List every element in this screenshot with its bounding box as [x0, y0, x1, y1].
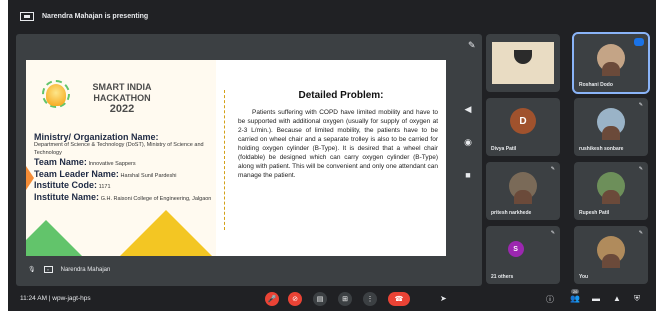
leave-call-button[interactable]: ☎	[388, 292, 410, 306]
avatar: D	[510, 108, 536, 135]
participant-photo	[597, 108, 625, 141]
meet-window: Narendra Mahajan is presenting ✎ SMART I…	[8, 0, 656, 311]
participant-photo	[597, 172, 625, 205]
avatar: S	[507, 241, 524, 258]
decor-triangle-green	[26, 220, 86, 256]
mic-off-icon: ✎	[638, 102, 643, 108]
meeting-time: 11:24 AM | wpw-jagt-hps	[20, 295, 91, 302]
mic-icon: 🎙	[28, 267, 36, 273]
decor-triangle-yellow	[111, 210, 221, 256]
slide-left-panel: SMART INDIA HACKATHON 2022 Ministry/ Org…	[26, 60, 221, 256]
participant-tile-others[interactable]: S ✎ 21 others	[486, 226, 560, 284]
field-label: Team Leader Name:	[34, 168, 119, 179]
mic-toggle-button[interactable]: 🎤	[265, 292, 279, 306]
team-fields: Ministry/ Organization Name: Department …	[34, 132, 214, 203]
screen-share-icon: ▪	[43, 266, 53, 273]
people-count-badge: 26	[571, 289, 580, 294]
slide-side-controls: ◀ ◉ ■	[462, 104, 474, 180]
participant-photo	[509, 172, 537, 205]
participant-tile[interactable]: ✎ rushikesh sonbare	[574, 98, 648, 156]
problem-text: Patients suffering with COPD have limite…	[238, 109, 438, 179]
participant-name: pritesh narkhede	[491, 210, 532, 216]
participant-name: rushikesh sonbare	[579, 146, 624, 152]
present-screen-icon	[20, 11, 34, 21]
participant-photo	[597, 236, 625, 269]
mic-off-icon: ✎	[550, 166, 555, 172]
field-label: Team Name:	[34, 157, 87, 167]
more-options-button[interactable]: ⋮	[363, 292, 377, 306]
stop-icon[interactable]: ■	[465, 170, 470, 180]
info-icon[interactable]: ⓘ	[546, 294, 554, 305]
decor-triangle-orange	[26, 160, 34, 196]
mic-off-icon: ✎	[638, 230, 643, 236]
mic-off-icon: ✎	[550, 230, 555, 236]
meeting-toolbar: 11:24 AM | wpw-jagt-hps 🎤 ⊘ ▤ ⊞ ⋮ ☎ ➤ ⓘ …	[8, 286, 656, 311]
people-icon[interactable]: 👥	[570, 294, 580, 303]
logo-year: 2022	[109, 103, 135, 115]
presenter-text: Narendra Mahajan is presenting	[42, 12, 149, 20]
participant-tile[interactable]: Roshani Dodo	[572, 32, 650, 94]
field-value: Innovative Sappers	[88, 161, 136, 167]
lightbulb-icon	[46, 84, 66, 106]
slide-divider	[224, 90, 225, 230]
stage-footer: 🎙 ▪ Narendra Mahajan	[28, 266, 110, 273]
present-button[interactable]: ⊞	[338, 292, 352, 306]
host-controls-icon[interactable]: ⛨	[634, 294, 640, 304]
field-label: Institute Name:	[34, 191, 100, 202]
field-value: 1171	[98, 184, 111, 190]
participant-name: Divya Patil	[491, 146, 517, 152]
cursor-icon: ➤	[440, 294, 447, 303]
participant-name: Roshani Dodo	[579, 82, 613, 88]
participant-photo	[597, 44, 625, 77]
screen-preview	[492, 42, 554, 84]
logo-line1: SMART INDIA	[92, 82, 152, 92]
field-label: Ministry/ Organization Name:	[34, 132, 159, 142]
chat-icon[interactable]: ▬	[592, 294, 600, 303]
field-value: Department of Science & Technology (DoST…	[34, 142, 204, 156]
stage-presenter-name: Narendra Mahajan	[60, 266, 111, 273]
participant-name: You	[579, 274, 589, 280]
presentation-stage[interactable]: ✎ SMART INDIA HACKATHON 2022 Ministry/ O…	[16, 34, 482, 286]
participant-name: 21 others	[491, 274, 514, 280]
field-label: Institute Code:	[34, 180, 97, 190]
camera-toggle-button[interactable]: ⊘	[288, 292, 302, 306]
record-icon[interactable]: ◉	[464, 137, 472, 148]
mic-off-icon: ✎	[638, 166, 643, 172]
field-value: G.H. Raisoni College of Engineering, Jal…	[100, 195, 212, 202]
captions-button[interactable]: ▤	[313, 292, 327, 306]
participant-tile-self[interactable]: ✎ You	[574, 226, 648, 284]
shared-slide: SMART INDIA HACKATHON 2022 Ministry/ Org…	[26, 60, 446, 256]
presenter-bar: Narendra Mahajan is presenting	[8, 6, 656, 26]
field-value: Harshal Sunil Pardeshi	[120, 172, 177, 179]
sih-logo: SMART INDIA HACKATHON 2022	[82, 82, 162, 115]
pin-icon[interactable]: ✎	[468, 40, 476, 51]
problem-title: Detailed Problem:	[298, 90, 384, 101]
meeting-code: wpw-jagt-hps	[52, 295, 91, 302]
speaking-indicator-icon	[634, 38, 644, 46]
participant-tile-screen[interactable]	[486, 34, 560, 92]
participant-tile[interactable]: ✎ Rupesh Patil	[574, 162, 648, 220]
participant-tile[interactable]: ✎ pritesh narkhede	[486, 162, 560, 220]
prev-arrow-icon[interactable]: ◀	[465, 104, 472, 115]
participant-name: Rupesh Patil	[579, 210, 610, 216]
activities-icon[interactable]: ▲	[613, 294, 621, 303]
participant-tile[interactable]: D Divya Patil	[486, 98, 560, 156]
